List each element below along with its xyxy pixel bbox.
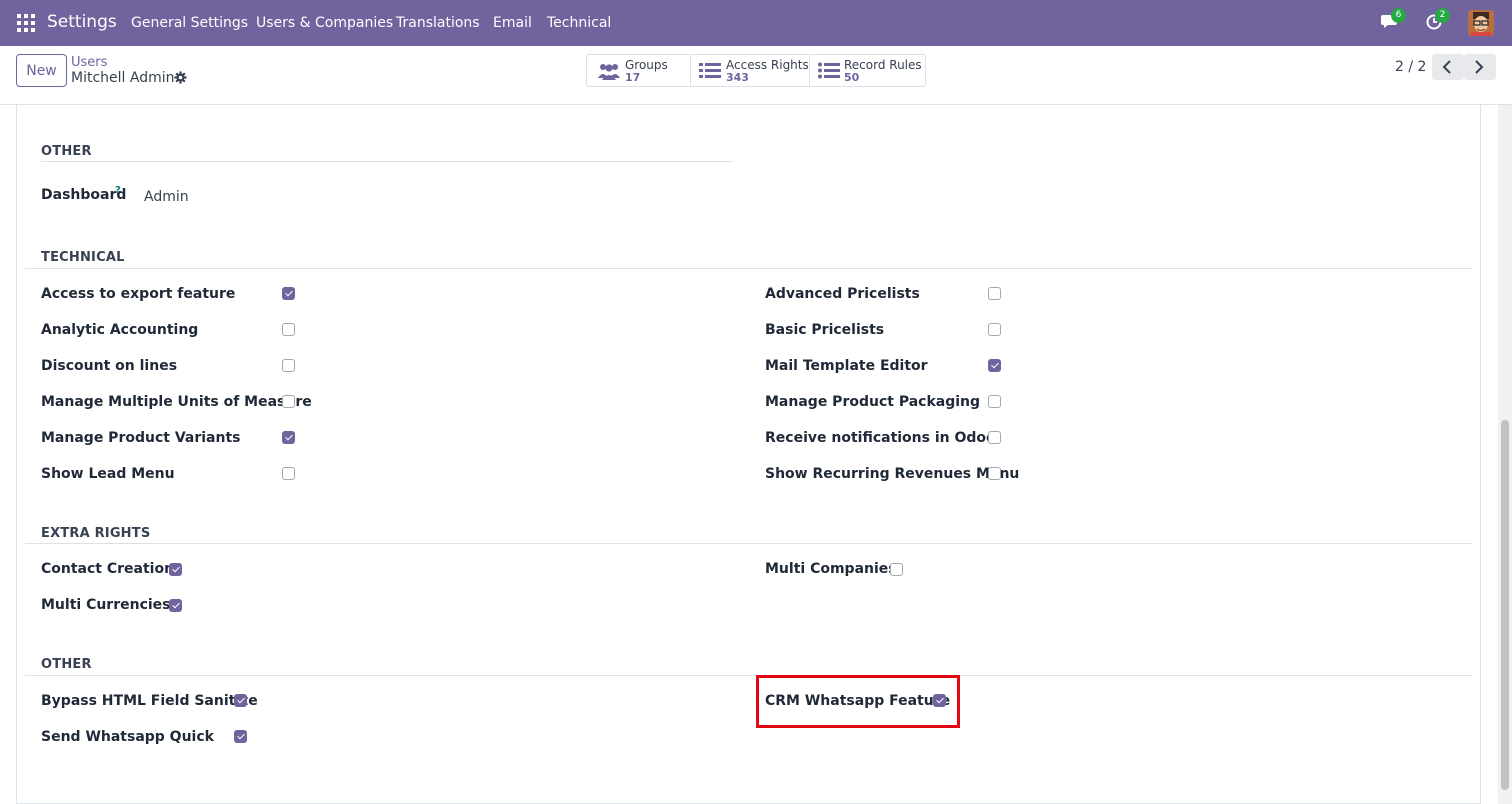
record-rules-stat-button[interactable]: Record Rules 50 [810, 55, 925, 86]
groups-stat-button[interactable]: Groups 17 [587, 55, 691, 86]
dashboard-help-tooltip[interactable]: ? [115, 185, 121, 196]
section-title-other: OTHER [41, 144, 92, 159]
show-lead-menu-checkbox[interactable] [282, 467, 295, 480]
section-title-technical: TECHNICAL [41, 250, 125, 265]
field-label: Access to export feature [41, 286, 236, 302]
field-label: Discount on lines [41, 358, 178, 374]
scrollbar-thumb[interactable] [1501, 420, 1509, 790]
contact-creation-checkbox[interactable] [169, 563, 182, 576]
menu-translations[interactable]: Translations [396, 15, 480, 31]
user-avatar[interactable] [1468, 10, 1494, 36]
receive-notifications-checkbox[interactable] [988, 431, 1001, 444]
top-navbar: Settings General Settings Users & Compan… [0, 0, 1512, 46]
app-name[interactable]: Settings [47, 12, 117, 32]
record-rules-label: Record Rules [844, 58, 922, 72]
access-rights-label: Access Rights [726, 58, 809, 72]
bypass-html-sanitize-checkbox[interactable] [234, 694, 247, 707]
field-label: Show Lead Menu [41, 466, 175, 482]
recurring-revenues-checkbox[interactable] [988, 467, 1001, 480]
menu-email[interactable]: Email [493, 15, 532, 31]
field-label: Receive notifications in Odoo [765, 430, 996, 446]
multi-companies-checkbox[interactable] [890, 563, 903, 576]
field-label: Advanced Pricelists [765, 286, 920, 302]
send-whatsapp-quick-checkbox[interactable] [234, 730, 247, 743]
access-rights-count: 343 [726, 71, 749, 84]
access-export-checkbox[interactable] [282, 287, 295, 300]
field-label: Multi Currencies [41, 597, 171, 613]
menu-users-companies[interactable]: Users & Companies [256, 15, 393, 31]
crm-whatsapp-feature-checkbox[interactable] [933, 694, 946, 707]
users-icon [598, 64, 620, 80]
messages-button[interactable]: 6 [1381, 8, 1406, 34]
field-label: Mail Template Editor [765, 358, 928, 374]
menu-technical[interactable]: Technical [547, 15, 611, 31]
activities-count-badge: 2 [1435, 8, 1450, 23]
product-variants-checkbox[interactable] [282, 431, 295, 444]
field-label: Basic Pricelists [765, 322, 885, 338]
menu-general-settings[interactable]: General Settings [131, 15, 248, 31]
section-title-other: OTHER [41, 657, 92, 672]
new-button[interactable]: New [16, 54, 67, 87]
section-divider [25, 675, 1472, 676]
apps-grid-icon[interactable] [17, 14, 35, 32]
smart-buttons: Groups 17 Access Rights 343 Record Rules… [586, 54, 926, 87]
field-label: Manage Product Packaging [765, 394, 981, 410]
messages-count-badge: 6 [1391, 8, 1406, 23]
dashboard-label: Dashboard [41, 187, 127, 203]
pager-previous-button[interactable] [1432, 54, 1464, 80]
field-label: Multi Companies [765, 561, 897, 577]
record-name: Mitchell Admin [71, 70, 175, 86]
field-label: Show Recurring Revenues Menu [765, 466, 1020, 482]
field-label: Bypass HTML Field Sanitize [41, 693, 258, 709]
pager-next-button[interactable] [1464, 54, 1496, 80]
field-label: Send Whatsapp Quick [41, 729, 214, 745]
field-label: Contact Creation [41, 561, 175, 577]
field-label: Analytic Accounting [41, 322, 199, 338]
chevron-left-icon [1442, 60, 1451, 74]
multi-uom-checkbox[interactable] [282, 395, 295, 408]
discount-lines-checkbox[interactable] [282, 359, 295, 372]
analytic-accounting-checkbox[interactable] [282, 323, 295, 336]
advanced-pricelists-checkbox[interactable] [988, 287, 1001, 300]
section-divider [41, 161, 733, 162]
access-rights-stat-button[interactable]: Access Rights 343 [691, 55, 810, 86]
multi-currencies-checkbox[interactable] [169, 599, 182, 612]
chevron-right-icon [1475, 60, 1484, 74]
activities-button[interactable]: 2 [1425, 8, 1450, 34]
field-label: Manage Product Variants [41, 430, 241, 446]
groups-count: 17 [625, 71, 641, 84]
gear-icon[interactable] [174, 71, 187, 84]
record-rules-count: 50 [844, 71, 860, 84]
product-packaging-checkbox[interactable] [988, 395, 1001, 408]
control-panel: New Users Mitchell Admin Groups 17 Acces… [0, 46, 1512, 105]
dashboard-value[interactable]: Admin [144, 189, 189, 205]
vertical-scrollbar[interactable] [1498, 105, 1512, 804]
field-label: Manage Multiple Units of Measure [41, 394, 312, 410]
field-label: CRM Whatsapp Feature [765, 693, 951, 709]
section-divider [25, 543, 1472, 544]
list-icon [818, 62, 840, 79]
breadcrumb-users[interactable]: Users [71, 55, 107, 70]
basic-pricelists-checkbox[interactable] [988, 323, 1001, 336]
section-divider [25, 268, 1472, 269]
form-content: OTHER Dashboard ? Admin TECHNICAL Access… [0, 105, 1512, 804]
section-title-extra-rights: EXTRA RIGHTS [41, 526, 151, 541]
pager-value[interactable]: 2 / 2 [1395, 59, 1426, 75]
mail-template-editor-checkbox[interactable] [988, 359, 1001, 372]
groups-label: Groups [625, 58, 668, 72]
list-icon [699, 63, 721, 78]
